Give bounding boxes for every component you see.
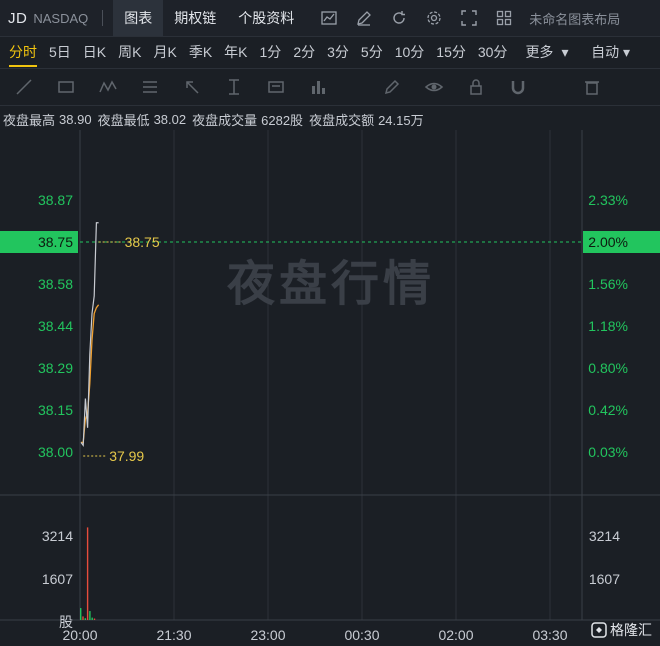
trend-line-icon[interactable]: [12, 75, 36, 99]
time-tick-label: 00:30: [344, 627, 379, 643]
min-marker-label: 37.99: [109, 448, 144, 464]
layout-name[interactable]: 未命名图表布局: [529, 9, 620, 28]
divider: [102, 10, 104, 26]
pencil-icon[interactable]: [380, 75, 404, 99]
eye-icon[interactable]: [422, 75, 446, 99]
scale-mode-select[interactable]: 自动 ▾: [591, 37, 630, 67]
price-tick-label: 38.29: [38, 360, 73, 376]
period-0[interactable]: 分时: [3, 37, 43, 67]
percent-tick-label: 2.33%: [588, 192, 628, 208]
drawing-toolbar: [0, 68, 660, 106]
volume-bar: [82, 616, 84, 620]
turnover-label: 夜盘成交额: [309, 112, 375, 128]
price-line: [80, 222, 99, 448]
line-chart-icon[interactable]: [318, 7, 340, 29]
period-13[interactable]: 30分: [472, 37, 514, 67]
rectangle-icon[interactable]: [54, 75, 78, 99]
volume-value: 6282股: [261, 112, 304, 128]
period-5[interactable]: 季K: [183, 37, 218, 67]
tab-chart[interactable]: 图表: [113, 0, 164, 36]
high-value: 38.90: [59, 111, 92, 127]
period-3[interactable]: 周K: [112, 37, 147, 67]
edit-icon[interactable]: [353, 7, 375, 29]
volume-bar: [93, 618, 96, 620]
brand-logo: 格隆汇: [591, 620, 652, 640]
symbol-label: JD: [8, 9, 28, 27]
time-tick-label: 02:00: [438, 627, 473, 643]
fib-icon[interactable]: [138, 75, 162, 99]
period-14[interactable]: 更多: [519, 37, 559, 67]
period-4[interactable]: 月K: [147, 37, 182, 67]
volume-tick-label-right: 3214: [589, 528, 620, 544]
low-label: 夜盘最低: [97, 112, 150, 128]
volume-bar: [80, 608, 82, 620]
refresh-icon[interactable]: [388, 7, 410, 29]
session-stats: 夜盘最高 38.90 夜盘最低 38.02 夜盘成交量 6282股 夜盘成交额 …: [0, 108, 660, 130]
exchange-label: NASDAQ: [33, 10, 89, 26]
intraday-chart[interactable]: 夜盘行情 38.87 38.58 38.44 38.29 38.15 38.00 2.33% 1…: [0, 130, 660, 646]
price-tick-label: 38.44: [38, 318, 73, 334]
period-9[interactable]: 3分: [321, 37, 355, 67]
price-tick-label: 38.87: [38, 192, 73, 208]
watermark: 夜盘行情: [226, 256, 435, 312]
top-toolbar: JD NASDAQ 图表 期权链 个股资料 未命名图表布局: [0, 0, 660, 37]
current-price-label: 38.75: [38, 234, 73, 250]
arrow-icon[interactable]: [180, 75, 204, 99]
volume-bar: [86, 527, 89, 620]
time-tick-label: 21:30: [156, 627, 191, 643]
indicator-icon[interactable]: [306, 75, 330, 99]
percent-tick-label: 0.03%: [588, 444, 628, 460]
max-marker-label: 38.75: [125, 234, 160, 250]
price-tick-label: 38.58: [38, 276, 73, 292]
settings-icon[interactable]: [423, 7, 445, 29]
price-tick-label: 38.00: [38, 444, 73, 460]
fullscreen-icon[interactable]: [458, 7, 480, 29]
low-value: 38.02: [153, 111, 187, 127]
lock-icon[interactable]: [464, 75, 488, 99]
current-percent-label: 2.00%: [588, 234, 628, 250]
brand-mark-icon: [591, 622, 607, 638]
pattern-icon[interactable]: [96, 75, 120, 99]
period-8[interactable]: 2分: [287, 37, 321, 67]
grid-layout-icon[interactable]: [493, 7, 515, 29]
turnover-value: 24.15万: [378, 112, 424, 128]
period-1[interactable]: 5日: [43, 37, 77, 67]
period-11[interactable]: 10分: [389, 37, 431, 67]
period-2[interactable]: 日K: [77, 37, 112, 67]
trash-icon[interactable]: [580, 75, 604, 99]
period-6[interactable]: 年K: [218, 37, 253, 67]
price-tick-label: 38.15: [38, 402, 73, 418]
percent-tick-label: 0.80%: [588, 360, 628, 376]
text-icon[interactable]: [264, 75, 288, 99]
tab-options-chain[interactable]: 期权链: [163, 0, 227, 36]
volume-tick-label: 1607: [42, 571, 73, 587]
more-chevron-icon[interactable]: ▾: [559, 37, 570, 67]
volume-tick-label: 3214: [42, 528, 73, 544]
time-tick-label: 23:00: [250, 627, 285, 643]
period-12[interactable]: 15分: [430, 37, 472, 67]
volume-bar: [84, 618, 86, 620]
tab-company-profile[interactable]: 个股资料: [227, 0, 305, 36]
brand-name: 格隆汇: [610, 622, 652, 638]
time-tick-label: 03:30: [532, 627, 567, 643]
percent-tick-label: 1.56%: [588, 276, 628, 292]
period-list: 分时 5日 日K 周K 月K 季K 年K 1分 2分 3分 5分 10分 15分 30分 更多 ▾: [3, 37, 570, 67]
high-label: 夜盘最高: [3, 112, 56, 128]
period-10[interactable]: 5分: [355, 37, 389, 67]
volume-bar: [91, 617, 93, 620]
volume-bar: [89, 611, 91, 620]
percent-tick-label: 1.18%: [588, 318, 628, 334]
volume-tick-label-right: 1607: [589, 571, 620, 587]
volume-label: 夜盘成交量: [192, 112, 258, 128]
magnet-icon[interactable]: [506, 75, 530, 99]
measure-icon[interactable]: [222, 75, 246, 99]
time-tick-label: 20:00: [62, 627, 97, 643]
period-7[interactable]: 1分: [254, 37, 288, 67]
percent-tick-label: 0.42%: [588, 402, 628, 418]
period-bar: 分时 5日 日K 周K 月K 季K 年K 1分 2分 3分 5分 10分 15分 30分 更多 ▾ 自动 ▾: [0, 37, 660, 67]
